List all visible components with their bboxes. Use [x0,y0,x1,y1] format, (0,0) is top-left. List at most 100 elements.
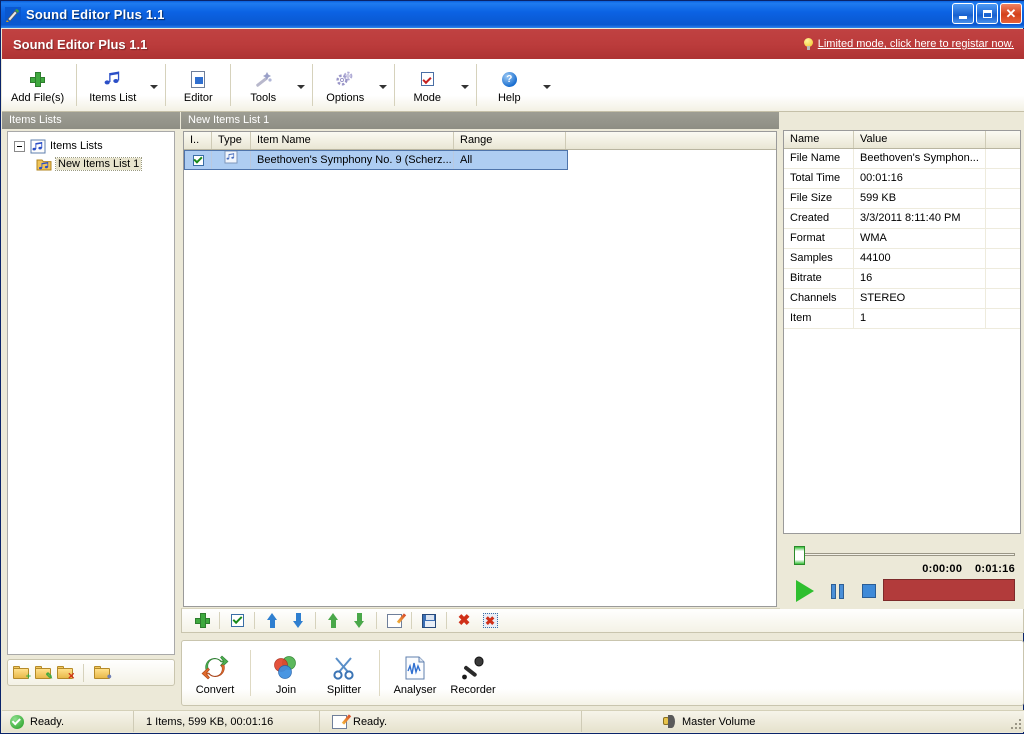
property-row[interactable]: Format WMA [784,229,1020,249]
title-bar: Sound Editor Plus 1.1 ✕ [1,1,1024,28]
toolbar-item-options[interactable]: Options [316,59,391,111]
property-name: File Size [784,189,854,208]
clear-list-button[interactable]: ✖ [478,610,502,631]
status-cell-volume[interactable]: Master Volume [582,711,1024,732]
move-bottom-button[interactable] [347,610,371,631]
status-cell-ready: Ready. [2,711,134,732]
property-row[interactable]: Channels STEREO [784,289,1020,309]
maximize-button[interactable] [976,3,998,24]
toolbar-item-help[interactable]: ? Help [480,59,555,111]
folder-music-icon [36,157,52,172]
row-type-cell [212,151,251,169]
column-header-type[interactable]: Type [212,132,251,149]
property-name: Samples [784,249,854,268]
rename-item-button[interactable] [382,610,406,631]
move-down-button[interactable] [286,610,310,631]
property-row[interactable]: Created 3/3/2011 8:11:40 PM [784,209,1020,229]
pause-button[interactable] [821,579,853,603]
status-text: Ready. [353,715,388,728]
play-button[interactable] [789,579,821,603]
row-checkbox[interactable] [192,154,204,166]
toolbar-item-editor[interactable]: Editor [169,59,227,111]
minimize-button[interactable] [952,3,974,24]
property-row[interactable]: Samples 44100 [784,249,1020,269]
resize-grip[interactable] [1009,717,1021,729]
register-link[interactable]: Limited mode, click here to registar now… [818,38,1014,50]
collapse-icon[interactable] [14,140,25,152]
check-all-button[interactable] [225,610,249,631]
folder-delete-icon[interactable]: ✕ [57,666,75,681]
column-header-item-name[interactable]: Item Name [251,132,454,149]
total-time: 0:01:16 [974,563,1015,575]
join-button[interactable]: Join [257,651,315,696]
move-top-button[interactable] [321,610,345,631]
register-area[interactable]: Limited mode, click here to registar now… [803,38,1014,50]
property-row[interactable]: Total Time 00:01:16 [784,169,1020,189]
options-dropdown-arrow[interactable] [374,59,391,111]
recorder-button[interactable]: Recorder [444,651,502,696]
property-row[interactable]: File Size 599 KB [784,189,1020,209]
action-separator [250,650,251,696]
status-text: Master Volume [682,715,756,728]
seek-slider[interactable] [789,546,1015,565]
add-item-button[interactable] [190,610,214,631]
status-bar: Ready. 1 Items, 599 KB, 00:01:16 Ready. … [2,710,1024,732]
player-controls: 0:00:00 0:01:16 [783,536,1021,606]
product-banner: Sound Editor Plus 1.1 Limited mode, clic… [2,29,1024,59]
save-list-button[interactable] [417,610,441,631]
folder-settings-icon[interactable]: ● [94,666,112,681]
music-list-icon [30,139,46,154]
toolbar-separator [165,64,167,106]
checklist-icon [420,68,434,90]
items-list-dropdown-arrow[interactable] [145,59,162,111]
items-list-header: New Items List 1 [181,112,779,129]
toolbar-item-add-files[interactable]: Add File(s) [2,59,73,111]
items-grid[interactable]: I.. Type Item Name Range Beethoven's Sym… [183,131,777,607]
column-header-name[interactable]: Name [784,131,854,148]
close-button[interactable]: ✕ [1000,3,1022,24]
property-value: 3/3/2011 8:11:40 PM [854,209,986,228]
toolbar-separator [376,612,377,629]
waveform-document-icon [403,651,427,681]
items-list-toolbar: ✖ ✖ [181,608,1024,633]
convert-button[interactable]: Convert [186,651,244,696]
document-wave-icon [191,68,206,90]
tools-dropdown-arrow[interactable] [292,59,309,111]
property-row[interactable]: File Name Beethoven's Symphon... [784,149,1020,169]
column-header-index[interactable]: I.. [184,132,212,149]
stop-button[interactable] [853,579,885,603]
property-row[interactable]: Bitrate 16 [784,269,1020,289]
toolbar-item-tools[interactable]: Tools [234,59,309,111]
seek-thumb[interactable] [794,546,805,565]
toolbar-item-items-list[interactable]: Items List [80,59,162,111]
properties-grid[interactable]: Name Value File Name Beethoven's Symphon… [783,130,1021,534]
column-header-value[interactable]: Value [854,131,986,148]
property-filler [986,169,1020,188]
row-checkbox-cell[interactable] [185,151,212,169]
seek-track[interactable] [797,553,1015,556]
folder-edit-icon[interactable]: ✎ [35,666,53,681]
tree-node-new-items-list-1[interactable]: New Items List 1 [8,155,174,173]
mode-dropdown-arrow[interactable] [456,59,473,111]
column-header-filler [566,132,776,149]
gears-icon [335,68,355,90]
items-lists-tree[interactable]: Items Lists New Items List 1 [7,131,175,655]
splitter-button[interactable]: Splitter [315,651,373,696]
property-row[interactable]: Item 1 [784,309,1020,329]
tree-node-items-lists[interactable]: Items Lists [8,137,174,155]
property-name: Bitrate [784,269,854,288]
window-controls: ✕ [952,3,1022,24]
move-up-button[interactable] [260,610,284,631]
row-range: All [460,154,473,166]
toolbar-separator [76,64,78,106]
table-row[interactable]: Beethoven's Symphony No. 9 (Scherz... Al… [184,150,568,170]
volume-slider[interactable] [883,579,1015,601]
analyser-button[interactable]: Analyser [386,651,444,696]
column-header-range[interactable]: Range [454,132,566,149]
help-dropdown-arrow[interactable] [538,59,555,111]
toolbar-item-mode[interactable]: Mode [398,59,473,111]
folder-add-icon[interactable]: + [13,666,31,681]
remove-item-button[interactable]: ✖ [452,610,476,631]
lightbulb-icon [803,38,813,50]
app-icon [5,6,21,23]
